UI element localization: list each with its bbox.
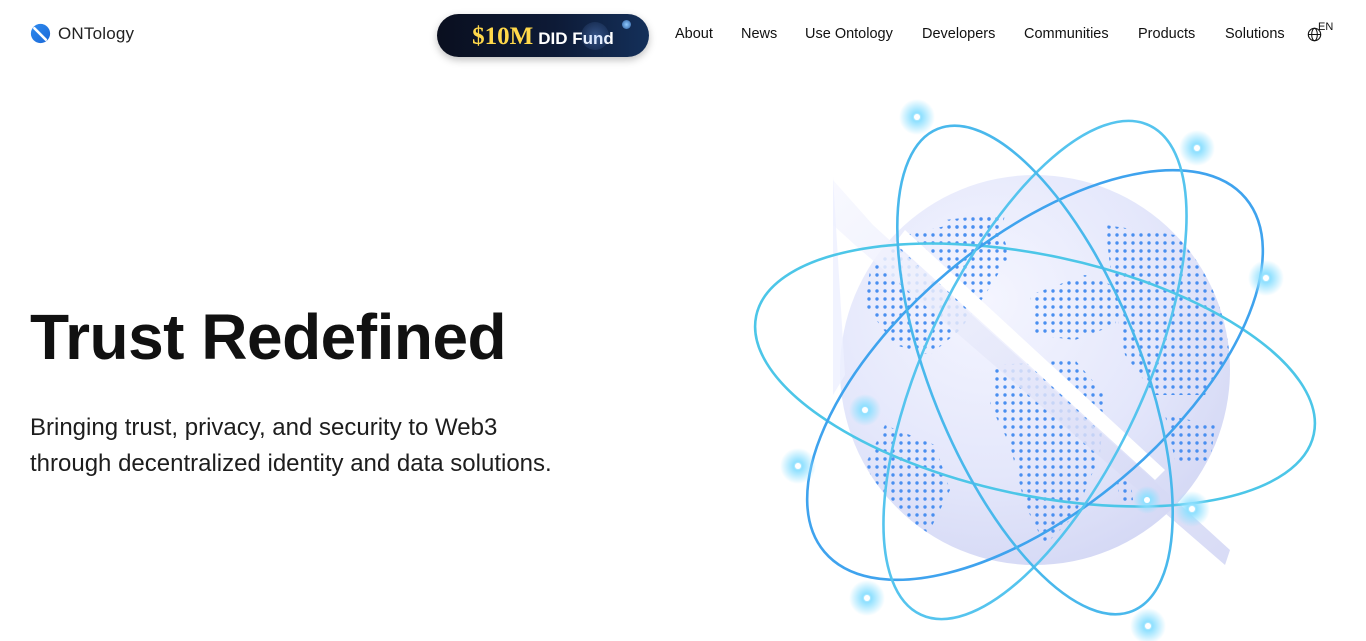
hero-subtitle-line-1: Bringing trust, privacy, and security to… (30, 414, 498, 441)
hero-subtitle: Bringing trust, privacy, and security to… (30, 410, 650, 482)
language-selector[interactable]: EN (1305, 21, 1345, 47)
nav-item-news[interactable]: News (741, 26, 777, 42)
promo-glow (581, 22, 609, 50)
hero-subtitle-line-2: through decentralized identity and data … (30, 450, 552, 477)
nav-item-use-ontology[interactable]: Use Ontology (805, 26, 893, 42)
language-code: EN (1318, 21, 1334, 33)
hero-title: Trust Redefined (30, 301, 507, 373)
nav-item-about[interactable]: About (675, 26, 713, 42)
nav-item-products[interactable]: Products (1138, 26, 1195, 42)
promo-planet-icon (622, 20, 631, 29)
ontology-logo-icon (30, 23, 51, 44)
hero-globe-illustration (745, 95, 1325, 641)
nav-item-developers[interactable]: Developers (922, 26, 995, 42)
nav-item-communities[interactable]: Communities (1024, 26, 1109, 42)
ontology-logo[interactable]: ONTology (30, 23, 134, 44)
site-header: ONTology $10M DID Fund About News Use On… (0, 0, 1366, 70)
did-fund-banner-button[interactable]: $10M DID Fund (437, 14, 649, 57)
logo-text: ONTology (58, 23, 135, 43)
globe-graphic (753, 99, 1317, 641)
nav-item-solutions[interactable]: Solutions (1225, 26, 1285, 42)
promo-amount: $10M (472, 22, 534, 50)
